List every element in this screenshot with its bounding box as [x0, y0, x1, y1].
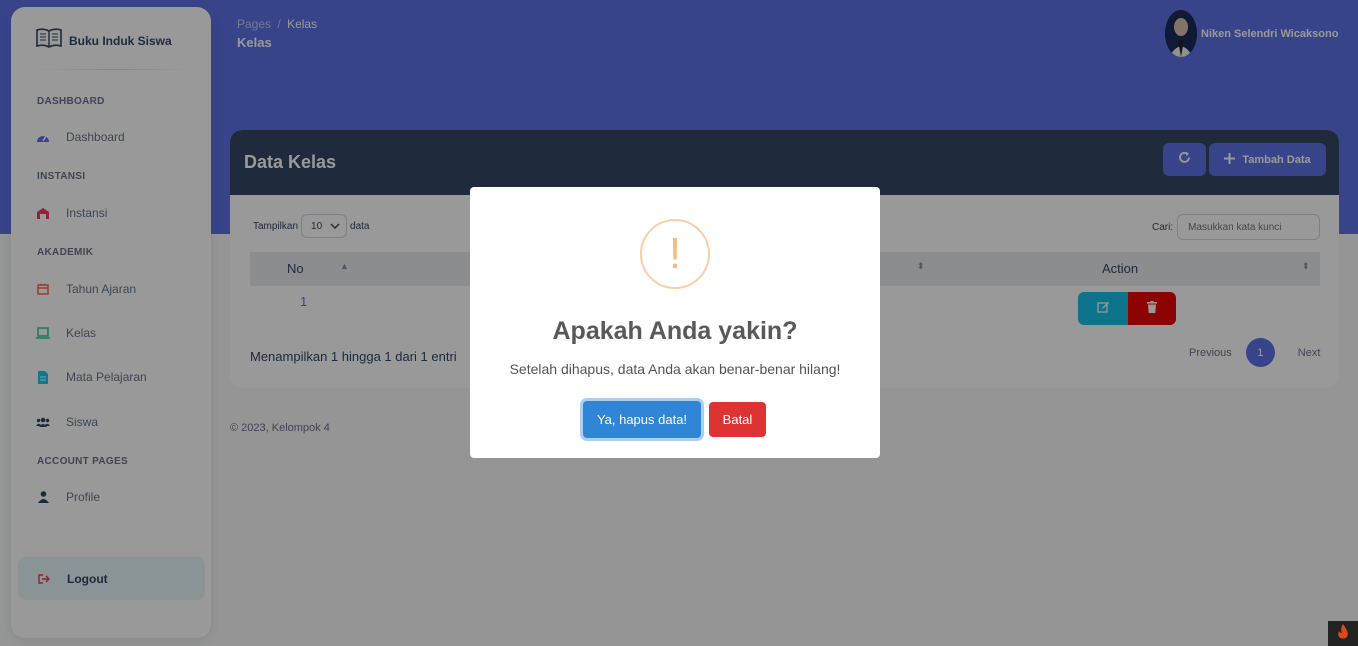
cancel-button[interactable]: Batal [709, 402, 766, 437]
confirm-dialog: ! Apakah Anda yakin? Setelah dihapus, da… [470, 187, 880, 458]
flame-icon [1337, 623, 1349, 644]
confirm-delete-button[interactable]: Ya, hapus data! [583, 401, 701, 438]
dialog-title: Apakah Anda yakin? [552, 317, 798, 345]
debug-toolbar-toggle[interactable] [1328, 621, 1358, 646]
warning-icon: ! [640, 219, 710, 289]
dialog-text: Setelah dihapus, data Anda akan benar-be… [509, 361, 841, 377]
